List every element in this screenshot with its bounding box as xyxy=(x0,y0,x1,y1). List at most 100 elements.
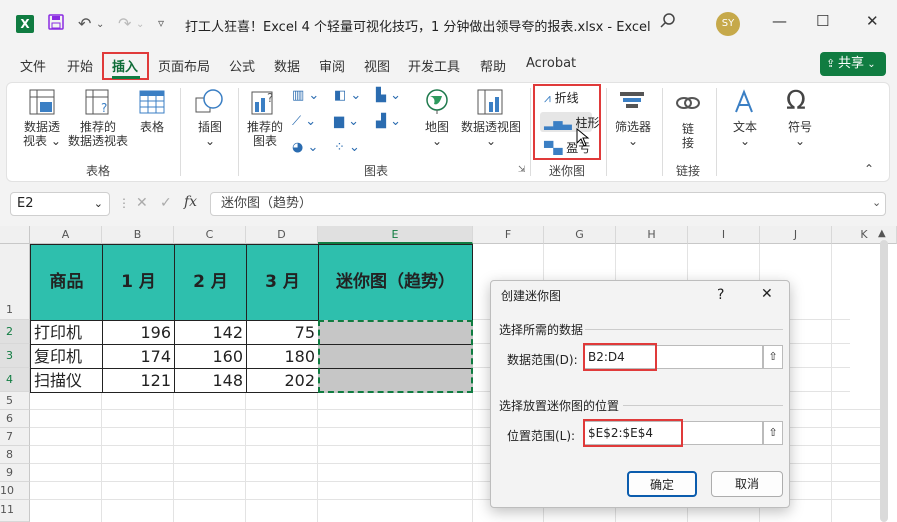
collapse-dialog-icon[interactable]: ⇧ xyxy=(763,345,783,369)
table-cell-value[interactable]: 148 xyxy=(174,368,247,393)
symbols-button[interactable]: 符号 ⌄ xyxy=(784,120,816,148)
formula-input[interactable]: 迷你图（趋势） xyxy=(210,192,886,216)
tab-home[interactable]: 开始 xyxy=(67,56,93,75)
tab-data[interactable]: 数据 xyxy=(274,56,300,75)
row-header-7[interactable]: 7 xyxy=(0,428,30,446)
undo-dropdown-icon[interactable]: ⌄ xyxy=(96,19,104,30)
table-cell-name[interactable]: 扫描仪 xyxy=(30,368,103,393)
collapse-ribbon-icon[interactable]: ⌃ xyxy=(864,162,874,176)
insert-function-icon[interactable]: fx xyxy=(184,194,197,210)
table-cell-value[interactable]: 196 xyxy=(102,320,175,345)
column-header-f[interactable]: F xyxy=(473,226,544,244)
table-cell-value[interactable]: 180 xyxy=(246,344,319,369)
customize-toolbar-icon[interactable]: ▿ xyxy=(158,16,164,30)
column-header-d[interactable]: D xyxy=(246,226,318,244)
share-button[interactable]: ⇪ 共享 ⌄ xyxy=(820,52,886,76)
column-header-c[interactable]: C xyxy=(174,226,246,244)
pie-chart-icon[interactable]: ◕ ⌄ xyxy=(292,140,318,155)
dialog-launcher-icon[interactable]: ⇲ xyxy=(518,165,526,175)
tab-file[interactable]: 文件 xyxy=(20,56,46,75)
cancel-formula-icon[interactable]: ✕ xyxy=(136,195,148,211)
recommended-pivot-button[interactable]: 推荐的 数据透视表 xyxy=(64,120,132,148)
close-window-icon[interactable]: ✕ xyxy=(866,12,879,30)
combo-chart-icon[interactable]: ▟ ⌄ xyxy=(376,114,401,129)
table-button[interactable]: 表格 xyxy=(136,120,168,134)
tab-page-layout[interactable]: 页面布局 xyxy=(158,56,210,75)
select-all-corner[interactable] xyxy=(0,226,30,244)
dialog-close-icon[interactable]: ✕ xyxy=(761,286,773,302)
tab-formulas[interactable]: 公式 xyxy=(229,56,255,75)
header-cell-month1[interactable]: 1 月 xyxy=(102,244,175,321)
table-cell-value[interactable]: 142 xyxy=(174,320,247,345)
table-cell-value[interactable]: 174 xyxy=(102,344,175,369)
header-cell-month3[interactable]: 3 月 xyxy=(246,244,319,321)
header-cell-product[interactable]: 商品 xyxy=(30,244,103,321)
tab-insert[interactable]: 插入 xyxy=(112,56,138,75)
expand-formula-icon[interactable]: ⌄ xyxy=(872,196,881,209)
vertical-scrollbar[interactable] xyxy=(880,240,888,522)
header-cell-month2[interactable]: 2 月 xyxy=(174,244,247,321)
sparkline-column-button[interactable]: ▂▅▃ 柱形 xyxy=(544,114,600,131)
tab-acrobat[interactable]: Acrobat xyxy=(526,56,576,71)
row-header-2[interactable]: 2 xyxy=(0,320,30,344)
column-header-i[interactable]: I xyxy=(688,226,760,244)
row-header-10[interactable]: 10 xyxy=(0,482,30,500)
tab-review[interactable]: 审阅 xyxy=(319,56,345,75)
hierarchy-chart-icon[interactable]: ◧ ⌄ xyxy=(334,88,361,103)
ok-button[interactable]: 确定 xyxy=(627,471,697,497)
pivot-chart-button[interactable]: 数据透视图 ⌄ xyxy=(460,120,522,148)
table-cell-value[interactable]: 75 xyxy=(246,320,319,345)
table-cell-name[interactable]: 打印机 xyxy=(30,320,103,345)
collapse-dialog-icon[interactable]: ⇧ xyxy=(763,421,783,445)
column-header-h[interactable]: H xyxy=(616,226,688,244)
name-box[interactable]: E2 ⌄ xyxy=(10,192,110,216)
map-button[interactable]: 地图 ⌄ xyxy=(420,120,454,148)
cancel-button[interactable]: 取消 xyxy=(711,471,783,497)
column-header-e[interactable]: E xyxy=(318,226,473,244)
row-header-1[interactable]: 1 xyxy=(0,244,30,320)
recommended-charts-button[interactable]: 推荐的 图表 xyxy=(244,120,286,148)
waterfall-chart-icon[interactable]: ▙ ⌄ xyxy=(376,88,401,103)
sparkline-line-button[interactable]: ⩘ 折线 xyxy=(544,89,579,106)
undo-icon[interactable]: ↶ xyxy=(78,14,91,33)
scroll-up-icon[interactable]: ▲ xyxy=(878,228,886,239)
statistic-chart-icon[interactable]: ▆ ⌄ xyxy=(334,114,359,129)
row-header-11[interactable]: 11 xyxy=(0,500,30,522)
column-header-g[interactable]: G xyxy=(544,226,616,244)
row-header-6[interactable]: 6 xyxy=(0,410,30,428)
pivot-table-button[interactable]: 数据透 视表 ⌄ xyxy=(20,120,64,148)
selected-range-e2-e4[interactable] xyxy=(318,320,473,393)
row-header-3[interactable]: 3 xyxy=(0,344,30,368)
row-header-9[interactable]: 9 xyxy=(0,464,30,482)
link-button[interactable]: 链 接 xyxy=(676,122,700,150)
row-header-4[interactable]: 4 xyxy=(0,368,30,392)
column-chart-icon[interactable]: ▥ ⌄ xyxy=(292,88,319,103)
redo-dropdown-icon[interactable]: ⌄ xyxy=(136,19,144,30)
avatar[interactable]: SY xyxy=(716,12,740,36)
scatter-chart-icon[interactable]: ⁘ ⌄ xyxy=(334,140,360,155)
maximize-icon[interactable]: ☐ xyxy=(816,12,829,30)
row-header-8[interactable]: 8 xyxy=(0,446,30,464)
save-icon[interactable] xyxy=(48,14,64,34)
header-cell-sparkline[interactable]: 迷你图（趋势） xyxy=(318,244,473,321)
table-cell-value[interactable]: 202 xyxy=(246,368,319,393)
column-header-a[interactable]: A xyxy=(30,226,102,244)
help-icon[interactable]: ? xyxy=(717,287,724,303)
column-header-b[interactable]: B xyxy=(102,226,174,244)
tab-view[interactable]: 视图 xyxy=(364,56,390,75)
filters-button[interactable]: 筛选器 ⌄ xyxy=(612,120,654,148)
table-cell-name[interactable]: 复印机 xyxy=(30,344,103,369)
minimize-icon[interactable]: — xyxy=(772,12,787,30)
table-cell-value[interactable]: 121 xyxy=(102,368,175,393)
row-header-5[interactable]: 5 xyxy=(0,392,30,410)
column-header-j[interactable]: J xyxy=(760,226,832,244)
redo-icon[interactable]: ↷ xyxy=(118,14,131,33)
line-chart-icon[interactable]: ⟋ ⌄ xyxy=(292,114,316,129)
more-options-icon[interactable]: ⋮ xyxy=(118,196,130,210)
tab-help[interactable]: 帮助 xyxy=(480,56,506,75)
illustrations-button[interactable]: 插图 ⌄ xyxy=(192,120,228,148)
tab-developer[interactable]: 开发工具 xyxy=(408,56,460,75)
confirm-formula-icon[interactable]: ✓ xyxy=(160,195,172,211)
table-cell-value[interactable]: 160 xyxy=(174,344,247,369)
text-button[interactable]: 文本 ⌄ xyxy=(728,120,762,148)
